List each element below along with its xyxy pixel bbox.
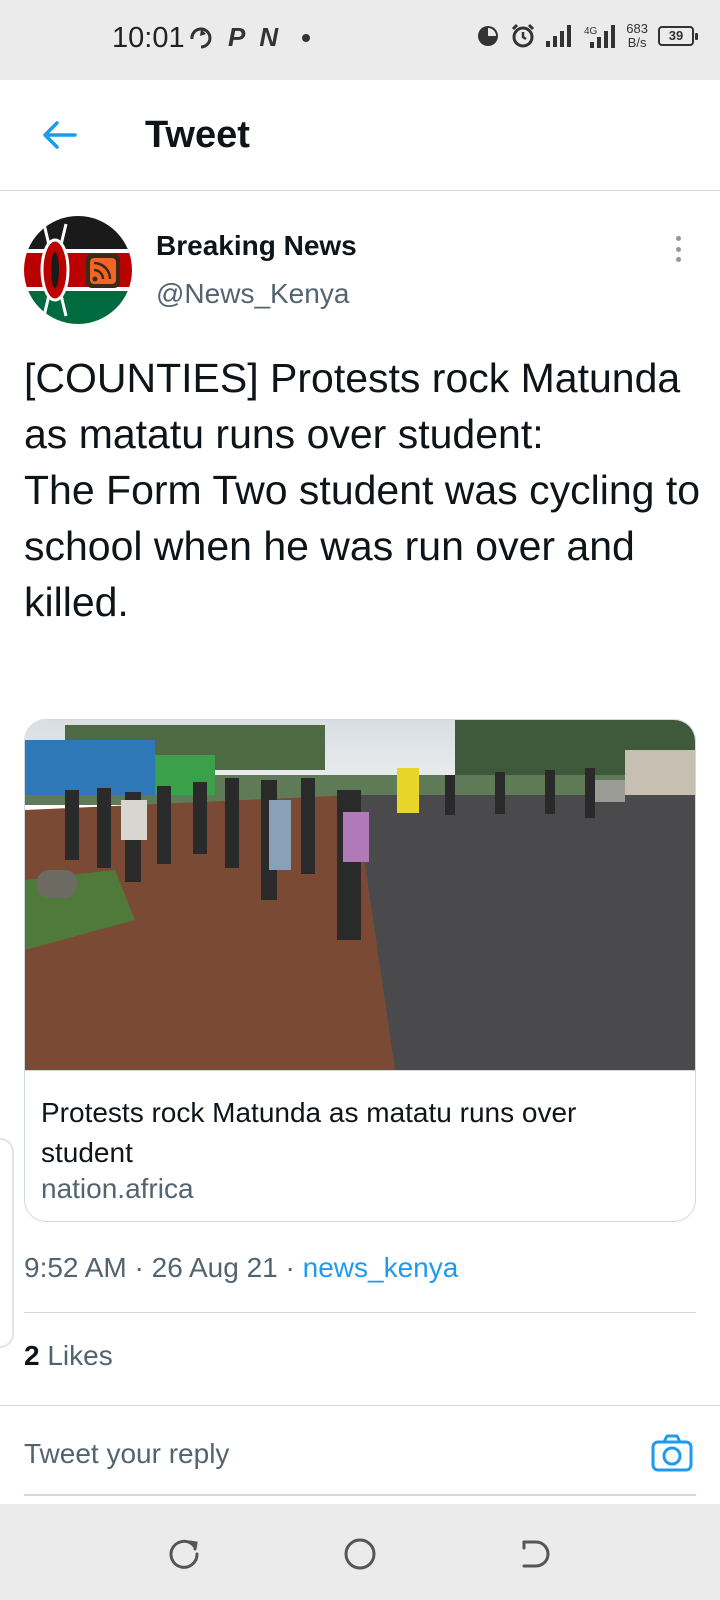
battery-icon: 39	[658, 26, 698, 46]
back-button[interactable]	[34, 110, 84, 160]
back-nav-icon[interactable]	[518, 1536, 554, 1572]
card-domain: nation.africa	[41, 1173, 194, 1204]
tweet-text: [COUNTIES] Protests rock Matunda as mata…	[24, 355, 701, 625]
network-speed: 683 B/s	[626, 22, 648, 50]
status-right-icons: 4G 683 B/s 39	[476, 22, 698, 50]
edge-panel-handle[interactable]	[0, 1138, 14, 1348]
app-header: Tweet	[0, 80, 720, 191]
dot-icon	[302, 33, 311, 42]
link-card[interactable]: Protests rock Matunda as matatu runs ove…	[24, 719, 696, 1222]
signal-4g-icon: 4G	[584, 25, 616, 48]
n-app-icon: N	[259, 22, 279, 52]
page-title: Tweet	[145, 114, 250, 156]
card-body: Protests rock Matunda as matatu runs ove…	[25, 1070, 695, 1221]
signal-icon	[546, 25, 572, 47]
p-app-icon: P	[228, 22, 246, 52]
meta-separator: ·	[134, 1252, 152, 1283]
likes-label: Likes	[47, 1340, 113, 1371]
meta-separator: ·	[285, 1252, 303, 1283]
tweet-meta: 9:52 AM · 26 Aug 21 · news_kenya	[24, 1252, 458, 1284]
system-nav-bar	[0, 1504, 720, 1600]
author-name[interactable]: Breaking News	[156, 230, 357, 262]
likes-count[interactable]: 2 Likes	[24, 1340, 113, 1372]
status-bar: 10:01 P N 4G 683 B/s 39	[0, 0, 720, 80]
card-image	[25, 720, 695, 1070]
recents-icon[interactable]	[166, 1536, 202, 1572]
network-speed-unit: B/s	[627, 35, 647, 50]
reply-underline	[24, 1494, 696, 1496]
avatar[interactable]	[24, 216, 132, 324]
svg-text:4G: 4G	[584, 26, 598, 37]
refresh-icon	[190, 27, 212, 48]
camera-icon[interactable]	[650, 1432, 694, 1476]
author-handle[interactable]: @News_Kenya	[156, 278, 349, 310]
status-left-icons: P N	[188, 22, 311, 53]
card-title: Protests rock Matunda as matatu runs ove…	[41, 1097, 577, 1168]
divider	[24, 1312, 696, 1313]
data-saver-icon	[478, 26, 499, 46]
alarm-icon	[512, 23, 535, 48]
likes-number: 2	[24, 1340, 40, 1371]
tweet-time: 9:52 AM	[24, 1252, 127, 1283]
kenya-flag-avatar-icon	[24, 216, 132, 324]
home-icon[interactable]	[342, 1536, 378, 1572]
reply-input[interactable]	[24, 1438, 584, 1470]
reply-bar	[0, 1405, 720, 1505]
tweet-source-link[interactable]: news_kenya	[303, 1252, 459, 1283]
back-arrow-icon	[43, 121, 77, 149]
status-time: 10:01	[112, 22, 185, 54]
network-speed-value: 683	[626, 21, 648, 36]
tweet-date: 26 Aug 21	[151, 1252, 278, 1283]
more-options-icon[interactable]	[664, 232, 692, 266]
